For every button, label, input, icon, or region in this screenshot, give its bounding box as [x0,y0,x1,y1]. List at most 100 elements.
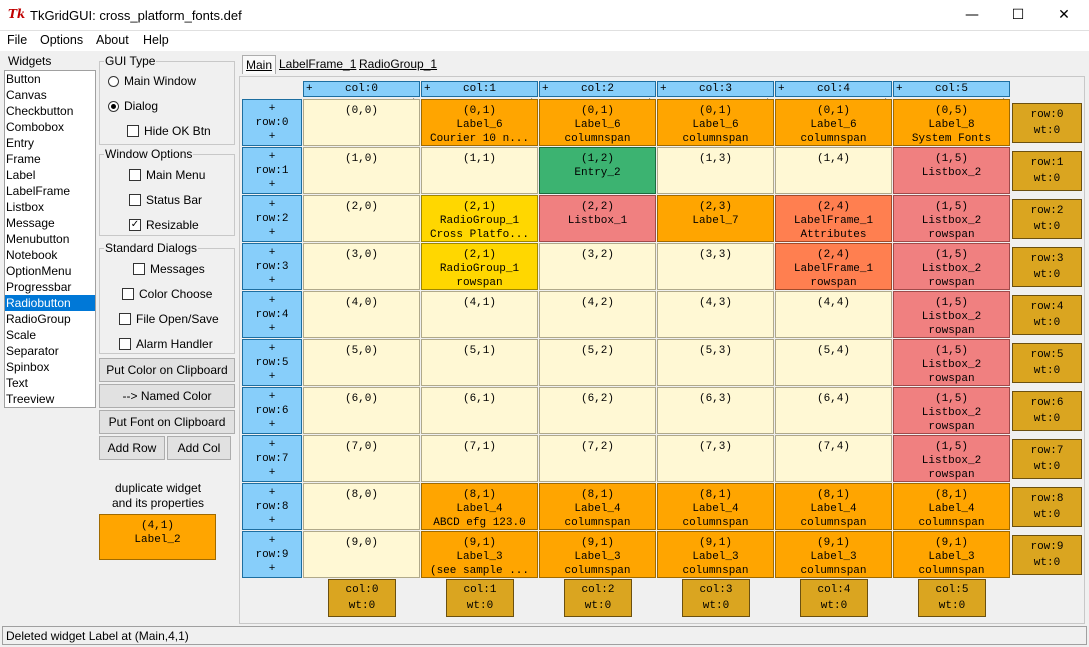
grid-cell[interactable]: (2,4) LabelFrame_1 Attributes [775,195,892,242]
grid-cell[interactable]: (6,4) [775,387,892,434]
grid-cell[interactable]: (1,5) Listbox_2 rowspan [893,195,1010,242]
grid-cell[interactable]: (5,1) [421,339,538,386]
column-header[interactable]: +col:4+ [775,81,892,109]
row-weight-button[interactable]: row:5 wt:0 [1012,343,1082,383]
grid-cell[interactable]: (6,2) [539,387,656,434]
color-choose-checkbox[interactable]: Color Choose [122,287,212,301]
grid-cell[interactable]: (2,1) RadioGroup_1 Cross Platfo... [421,195,538,242]
grid-cell[interactable]: (0,1) Label_6 columnspan [539,99,656,146]
named-color-button[interactable]: --> Named Color [99,384,235,408]
row-weight-button[interactable]: row:4 wt:0 [1012,295,1082,335]
column-weight-button[interactable]: col:0 wt:0 [328,579,396,617]
grid-cell[interactable]: (4,1) [421,291,538,338]
grid-cell[interactable]: (4,0) [303,291,420,338]
widget-list-item[interactable]: OptionMenu [5,263,95,279]
grid-cell[interactable]: (8,1) Label_4 columnspan [539,483,656,530]
widget-list-item[interactable]: Label [5,167,95,183]
tab-main[interactable]: Main [242,55,277,74]
insert-row-above-icon[interactable]: + [243,534,301,548]
grid-cell[interactable]: (8,1) Label_4 columnspan [657,483,774,530]
minimize-button[interactable]: — [949,0,995,31]
widget-list-item[interactable]: Frame [5,151,95,167]
row-weight-button[interactable]: row:9 wt:0 [1012,535,1082,575]
grid-cell[interactable]: (1,5) Listbox_2 [893,147,1010,194]
widget-list-item[interactable]: Checkbutton [5,103,95,119]
menu-help[interactable]: Help [143,33,169,47]
widget-list-item[interactable]: Message [5,215,95,231]
alarm-handler-checkbox[interactable]: Alarm Handler [119,337,213,351]
column-weight-button[interactable]: col:3 wt:0 [682,579,750,617]
widget-list-item[interactable]: Progressbar [5,279,95,295]
column-weight-button[interactable]: col:5 wt:0 [918,579,986,617]
grid-cell[interactable]: (8,0) [303,483,420,530]
insert-row-above-icon[interactable]: + [243,390,301,404]
row-header[interactable]: + row:2 + [242,195,302,242]
grid-cell[interactable]: (1,2) Entry_2 [539,147,656,194]
row-weight-button[interactable]: row:6 wt:0 [1012,391,1082,431]
grid-cell[interactable]: (1,0) [303,147,420,194]
grid-cell[interactable]: (7,1) [421,435,538,482]
row-weight-button[interactable]: row:2 wt:0 [1012,199,1082,239]
grid-cell[interactable]: (8,1) Label_4 columnspan [775,483,892,530]
row-header[interactable]: + row:1 + [242,147,302,194]
grid-cell[interactable]: (3,0) [303,243,420,290]
grid-cell[interactable]: (3,2) [539,243,656,290]
insert-row-below-icon[interactable]: + [243,178,301,192]
widget-list-item[interactable]: Button [5,71,95,87]
row-header[interactable]: + row:3 + [242,243,302,290]
row-header[interactable]: + row:0 + [242,99,302,146]
messages-checkbox[interactable]: Messages [133,262,205,276]
grid-cell[interactable]: (9,1) Label_3 columnspan [539,531,656,578]
insert-row-below-icon[interactable]: + [243,418,301,432]
grid-cell[interactable]: (2,4) LabelFrame_1 rowspan [775,243,892,290]
tab-labelframe-1[interactable]: LabelFrame_1 [279,57,356,71]
insert-column-before-icon[interactable]: + [542,82,549,96]
grid-cell[interactable]: (5,3) [657,339,774,386]
main-window-radio[interactable]: Main Window [108,74,196,88]
duplicate-widget-tile[interactable]: (4,1) Label_2 [99,514,216,560]
insert-row-above-icon[interactable]: + [243,198,301,212]
insert-column-before-icon[interactable]: + [778,82,785,96]
menu-options[interactable]: Options [40,33,83,47]
widget-list-item[interactable]: LabelFrame [5,183,95,199]
grid-cell[interactable]: (2,3) Label_7 [657,195,774,242]
grid-cell[interactable]: (2,1) RadioGroup_1 rowspan [421,243,538,290]
insert-column-before-icon[interactable]: + [306,82,313,96]
grid-cell[interactable]: (5,4) [775,339,892,386]
grid-cell[interactable]: (7,2) [539,435,656,482]
insert-row-above-icon[interactable]: + [243,342,301,356]
row-header[interactable]: + row:4 + [242,291,302,338]
grid-cell[interactable]: (6,0) [303,387,420,434]
grid-cell[interactable]: (9,1) Label_3 columnspan [775,531,892,578]
grid-cell[interactable]: (5,2) [539,339,656,386]
insert-row-below-icon[interactable]: + [243,562,301,576]
column-weight-button[interactable]: col:1 wt:0 [446,579,514,617]
insert-row-above-icon[interactable]: + [243,294,301,308]
grid-cell[interactable]: (0,5) Label_8 System Fonts [893,99,1010,146]
grid-cell[interactable]: (6,3) [657,387,774,434]
widget-list-item[interactable]: Listbox [5,199,95,215]
resizable-checkbox[interactable]: ✓ Resizable [129,218,199,232]
grid-cell[interactable]: (9,1) Label_3 columnspan [657,531,774,578]
insert-row-below-icon[interactable]: + [243,130,301,144]
widget-list-item[interactable]: Scale [5,327,95,343]
file-open-save-checkbox[interactable]: File Open/Save [119,312,219,326]
column-header[interactable]: +col:5+ [893,81,1010,109]
column-weight-button[interactable]: col:2 wt:0 [564,579,632,617]
add-col-button[interactable]: Add Col [167,436,231,460]
grid-cell[interactable]: (1,3) [657,147,774,194]
column-header[interactable]: +col:2+ [539,81,656,109]
insert-column-before-icon[interactable]: + [660,82,667,96]
grid-cell[interactable]: (4,2) [539,291,656,338]
insert-row-above-icon[interactable]: + [243,486,301,500]
widget-list-item[interactable]: Menubutton [5,231,95,247]
column-header[interactable]: +col:3+ [657,81,774,109]
row-header[interactable]: + row:7 + [242,435,302,482]
row-weight-button[interactable]: row:8 wt:0 [1012,487,1082,527]
grid-cell[interactable]: (3,3) [657,243,774,290]
widget-list-item[interactable]: Canvas [5,87,95,103]
grid-cell[interactable]: (0,1) Label_6 columnspan [775,99,892,146]
insert-row-below-icon[interactable]: + [243,514,301,528]
dialog-radio[interactable]: Dialog [108,99,158,113]
grid-cell[interactable]: (2,2) Listbox_1 [539,195,656,242]
